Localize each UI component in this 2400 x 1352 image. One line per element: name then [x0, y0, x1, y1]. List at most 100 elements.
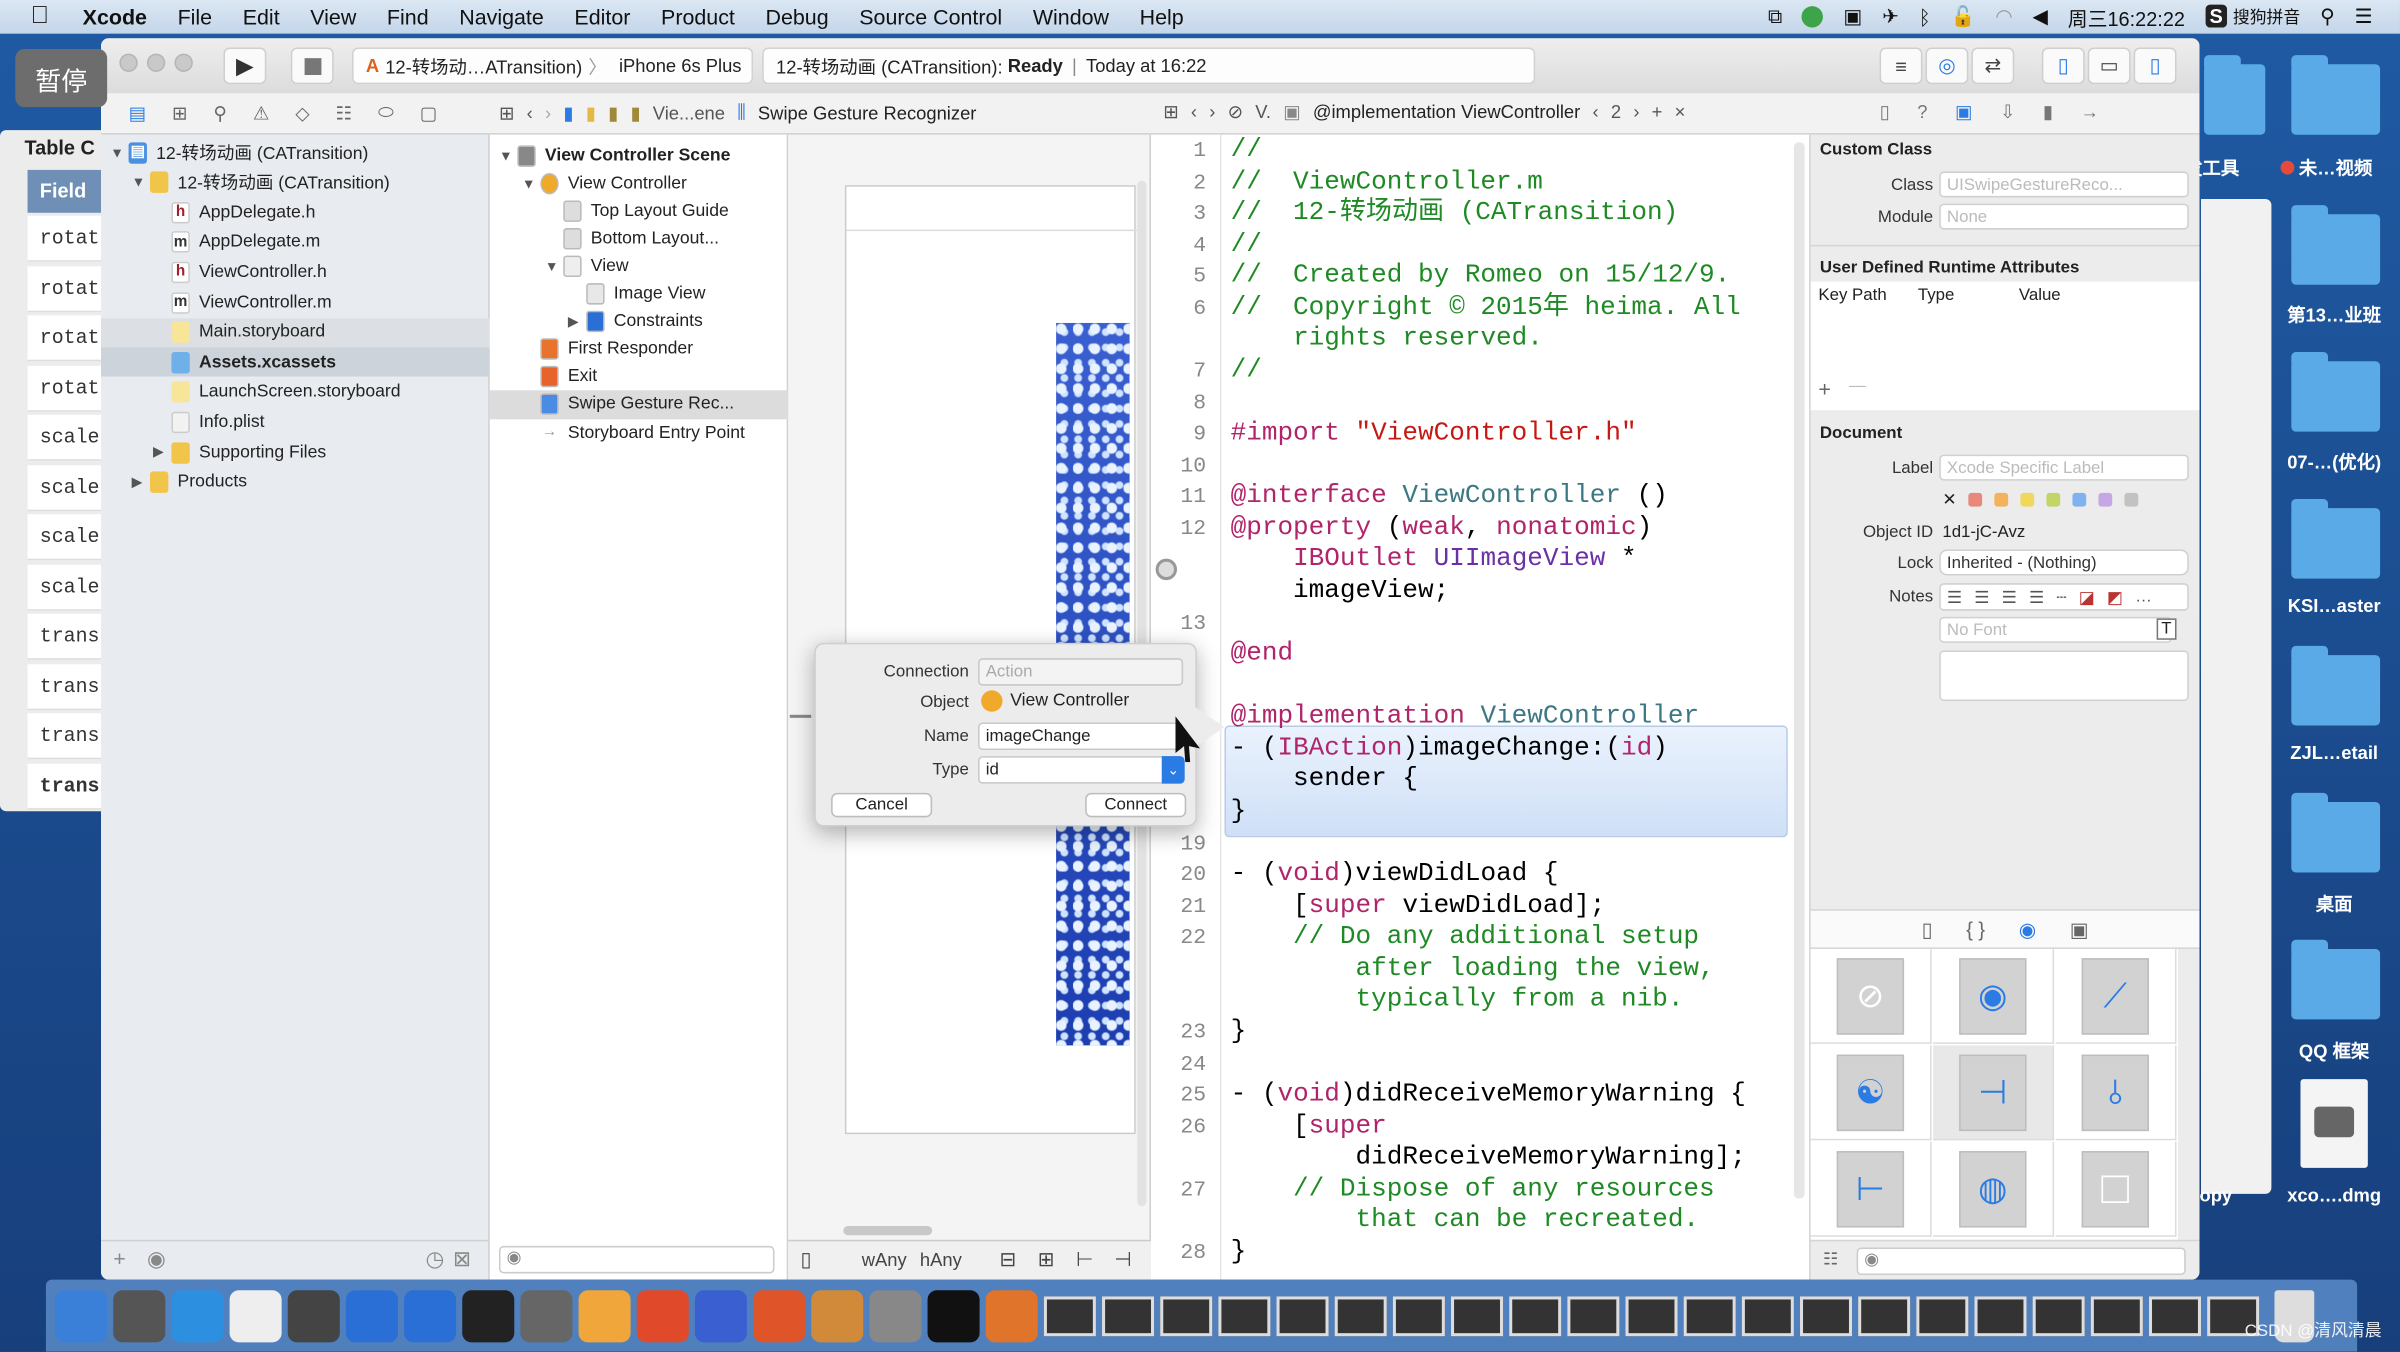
desktop-item-label[interactable]: 第13…业班: [2250, 302, 2400, 328]
apple-menu-icon[interactable]: : [0, 3, 67, 31]
code-line[interactable]: 20 - (void)viewDidLoad {: [1151, 860, 1809, 891]
desktop-item-label[interactable]: 桌面: [2250, 891, 2400, 917]
connection-select[interactable]: Action: [978, 658, 1184, 686]
dock-app-icon[interactable]: [520, 1289, 573, 1342]
justify-icon[interactable]: ☰: [2029, 588, 2044, 607]
related-items-icon[interactable]: ⊞: [1163, 101, 1178, 122]
font-field[interactable]: No Font: [1939, 616, 2172, 643]
project-navigator-icon[interactable]: ▤: [129, 102, 146, 123]
code-line[interactable]: after loading the view,: [1151, 955, 1809, 986]
outline-item[interactable]: First Responder: [490, 335, 788, 364]
lock-icon[interactable]: 🔓: [1951, 5, 1976, 29]
notification-center-icon[interactable]: ☰: [2355, 5, 2373, 29]
outline-item[interactable]: ▶ Constraints: [490, 307, 788, 336]
code-line[interactable]: 21 [super viewDidLoad];: [1151, 892, 1809, 923]
previous-counterpart-icon[interactable]: ‹: [1592, 101, 1598, 122]
dock-app-icon[interactable]: [462, 1289, 515, 1342]
quick-help-icon[interactable]: ?: [1917, 101, 1927, 122]
dock-minimized-window[interactable]: [1043, 1295, 1096, 1336]
code-line[interactable]: 11 @interface ViewController (): [1151, 483, 1809, 514]
dock-app-icon[interactable]: [694, 1289, 747, 1342]
label-color-swatch[interactable]: [1994, 492, 2009, 507]
folder-icon[interactable]: [2291, 939, 2381, 1020]
font-picker-icon[interactable]: T: [2156, 618, 2177, 640]
toggle-utilities-button[interactable]: ▯: [2133, 47, 2177, 85]
code-line[interactable]: }: [1151, 797, 1809, 828]
file-inspector-icon[interactable]: ▯: [1880, 101, 1890, 122]
add-icon[interactable]: +: [113, 1246, 126, 1270]
dock-app-icon[interactable]: [229, 1289, 282, 1342]
dock-app-icon[interactable]: [345, 1289, 398, 1342]
outline-item[interactable]: Swipe Gesture Rec...: [489, 390, 789, 420]
desktop-item-label[interactable]: 未…视频: [2258, 155, 2396, 181]
column-header[interactable]: Type: [1918, 286, 1955, 304]
canvas-horizontal-scrollbar[interactable]: [843, 1226, 933, 1236]
label-color-swatch[interactable]: [2098, 492, 2113, 507]
column-header[interactable]: Key Path: [1818, 286, 1886, 304]
disclosure-expanded-icon[interactable]: ▼: [132, 175, 150, 190]
cancel-button[interactable]: Cancel: [831, 792, 933, 818]
folder-icon[interactable]: ▮: [586, 102, 596, 123]
code-line[interactable]: 28}: [1151, 1238, 1809, 1269]
symbol-navigator-icon[interactable]: ⊞: [172, 102, 187, 123]
wifi-icon[interactable]: ◠: [1995, 5, 2012, 29]
next-counterpart-icon[interactable]: ›: [1633, 101, 1639, 122]
outline-item[interactable]: ▼ View Controller Scene: [490, 141, 788, 170]
toggle-debug-area-button[interactable]: ▭: [2087, 47, 2131, 85]
navigator-item[interactable]: ▶ Products: [101, 468, 490, 497]
menu-find[interactable]: Find: [372, 5, 444, 29]
navigator-item[interactable]: ▶ Supporting Files: [101, 438, 490, 467]
forward-arrow-icon[interactable]: ›: [545, 102, 551, 123]
disclosure-expanded-icon[interactable]: ▼: [499, 148, 517, 163]
disclosure-expanded-icon[interactable]: ▼: [110, 145, 128, 160]
size-inspector-icon[interactable]: ▮: [2043, 101, 2053, 122]
outline-item[interactable]: Exit: [490, 362, 788, 391]
code-line[interactable]: 2 // ViewController.m: [1151, 168, 1809, 199]
code-line[interactable]: typically from a nib.: [1151, 986, 1809, 1017]
connect-button[interactable]: Connect: [1085, 792, 1187, 818]
module-select[interactable]: None: [1939, 203, 2189, 230]
library-cell[interactable]: ⟋: [2055, 948, 2177, 1044]
navigator-item[interactable]: ▼ ▤ 12-转场动画 (CATransition): [101, 138, 490, 167]
dock-minimized-window[interactable]: [2090, 1295, 2143, 1336]
minimize-window-button[interactable]: [146, 53, 166, 72]
remove-attribute-button[interactable]: —: [1849, 377, 1866, 395]
disclosure-expanded-icon[interactable]: ▼: [545, 259, 563, 274]
menu-product[interactable]: Product: [646, 5, 750, 29]
outline-item[interactable]: ▼ View: [490, 252, 788, 281]
navigator-item[interactable]: Info.plist: [101, 408, 490, 437]
document-label-field[interactable]: Xcode Specific Label: [1939, 454, 2189, 481]
assistant-editor-button[interactable]: ◎: [1925, 47, 1969, 85]
align-center-icon[interactable]: ☰: [1974, 588, 1989, 607]
breadcrumb-scene[interactable]: Vie...ene: [653, 102, 725, 123]
outline-item[interactable]: ▼ View Controller: [490, 169, 788, 198]
folder-icon[interactable]: [2291, 498, 2381, 579]
chevron-down-icon[interactable]: ⌄: [1161, 756, 1185, 784]
dock-app-icon[interactable]: [55, 1289, 108, 1342]
clear-color-icon[interactable]: ✕: [1942, 490, 1956, 509]
lock-select[interactable]: Inherited - (Nothing): [1939, 549, 2189, 576]
menu-xcode[interactable]: Xcode: [67, 5, 162, 29]
desktop-item-label[interactable]: 07-…(优化): [2250, 448, 2400, 474]
related-items-icon[interactable]: ⊞: [499, 102, 514, 123]
object-library-icon[interactable]: ◉: [2019, 918, 2036, 947]
dmg-file-icon[interactable]: [2300, 1079, 2368, 1168]
zoom-window-button[interactable]: [174, 53, 193, 72]
code-line[interactable]: 25 - (void)didReceiveMemoryWarning {: [1151, 1081, 1809, 1112]
recent-files-icon[interactable]: ◷: [426, 1246, 445, 1272]
disclosure-collapsed-icon[interactable]: ▶: [153, 444, 171, 461]
breadcrumb-symbol[interactable]: @implementation ViewController: [1313, 101, 1580, 122]
folder-icon[interactable]: [2291, 352, 2381, 432]
outline-filter-field[interactable]: ◉: [498, 1245, 775, 1274]
dock-app-icon[interactable]: [985, 1289, 1038, 1342]
folder-icon[interactable]: [2204, 55, 2266, 135]
code-line[interactable]: 22 // Do any additional setup: [1151, 923, 1809, 954]
back-arrow-icon[interactable]: ‹: [1191, 101, 1197, 122]
label-color-swatch[interactable]: [2124, 492, 2139, 507]
code-line[interactable]: 26 [super: [1151, 1112, 1809, 1143]
library-cell[interactable]: ⫰: [2055, 1045, 2177, 1141]
dock-app-icon[interactable]: [578, 1289, 631, 1342]
label-color-swatch[interactable]: [1968, 492, 1983, 507]
dock-minimized-window[interactable]: [1799, 1295, 1853, 1336]
menu-clock[interactable]: 周三16:22:22: [2068, 2, 2185, 31]
